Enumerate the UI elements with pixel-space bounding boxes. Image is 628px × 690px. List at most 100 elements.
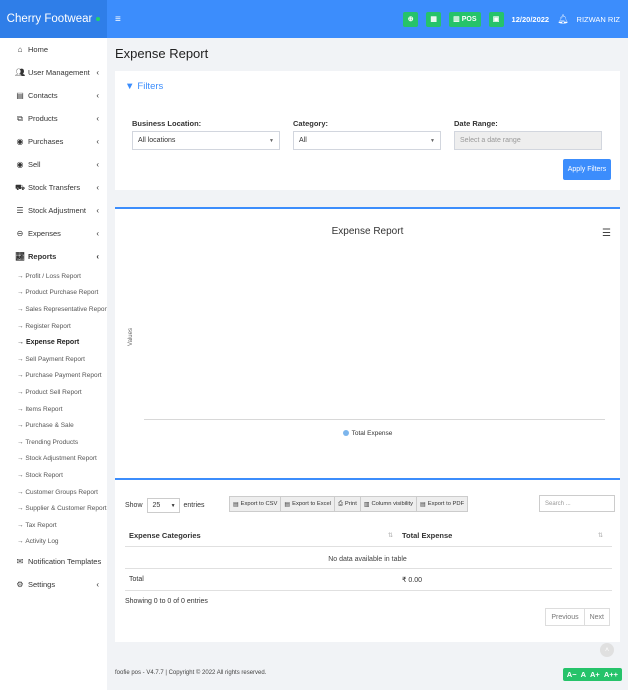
location-label: Business Location: (132, 119, 202, 128)
submenu-expense-report[interactable]: → Expense Report (0, 334, 107, 351)
sidebar-item-settings[interactable]: ⚙ Settings ‹ (0, 573, 107, 596)
bell-icon[interactable]: 🔔︎ (557, 14, 568, 25)
export-csv-button[interactable]: ▤ Export to CSV (229, 496, 282, 512)
sidebar-item-stock-adjustment[interactable]: ☰ Stock Adjustment ‹ (0, 199, 107, 222)
date-range-placeholder: Select a date range (460, 137, 521, 144)
submenu-purchase-sale[interactable]: → Purchase & Sale (0, 417, 107, 434)
filter-icon: ▼ (125, 81, 135, 92)
text-size-increase[interactable]: A+ (590, 670, 600, 679)
text-size-normal[interactable]: A (581, 670, 586, 679)
location-select[interactable]: All locations ▼ (132, 131, 280, 150)
pos-button[interactable]: ▥ POS (449, 11, 481, 27)
text-size-increase-more[interactable]: A++ (604, 670, 618, 679)
sidebar-item-contacts[interactable]: ▤ Contacts ‹ (0, 84, 107, 107)
sidebar-item-user-management[interactable]: 👥︎ User Management ‹ (0, 61, 107, 84)
submenu-sales-rep[interactable]: → Sales Representative Report (0, 301, 109, 318)
file-pdf-icon: ▤ (420, 501, 426, 508)
column-visibility-button[interactable]: ▥ Column visibility (359, 496, 418, 512)
sidebar-item-stock-transfers[interactable]: ⛟ Stock Transfers ‹ (0, 176, 107, 199)
chart-legend[interactable]: Total Expense (115, 430, 620, 437)
date-range-label: Date Range: (454, 119, 498, 128)
category-select[interactable]: All ▼ (293, 131, 441, 150)
caret-down-icon: ▼ (170, 502, 176, 509)
export-pdf-label: Export to PDF (427, 501, 465, 507)
chart-menu-icon[interactable]: ☰ (602, 228, 611, 239)
pagination: Previous Next (545, 608, 610, 626)
export-buttons: ▤ Export to CSV ▤ Export to Excel ⎙ Print ▥… (229, 496, 469, 512)
submenu-product-purchase[interactable]: → Product Purchase Report (0, 285, 107, 302)
print-label: Print (344, 501, 357, 507)
chevron-left-icon: ‹ (96, 580, 99, 590)
envelope-icon: ✉ (16, 557, 24, 567)
sidebar-item-label: Contacts (28, 91, 58, 100)
export-excel-button[interactable]: ▤ Export to Excel (280, 496, 336, 512)
show-label: Show (125, 502, 143, 509)
table-header-divider (125, 546, 612, 547)
text-size-decrease[interactable]: A− (567, 670, 577, 679)
page-length-select[interactable]: 25 ▼ (146, 498, 180, 513)
submenu-activity-log[interactable]: → Activity Log (0, 534, 107, 551)
submenu-sell-payment[interactable]: → Sell Payment Report (0, 351, 107, 368)
sidebar-item-label: Products (28, 114, 58, 123)
add-expense-button[interactable]: ⊕ (403, 11, 419, 27)
submenu-stock[interactable]: → Stock Report (0, 467, 107, 484)
table-footer-divider (125, 590, 612, 591)
sidebar-item-label: Sell (28, 160, 41, 169)
export-pdf-button[interactable]: ▤ Export to PDF (416, 496, 469, 512)
print-button[interactable]: ⎙ Print (334, 496, 361, 512)
brand-logo[interactable]: Cherry Footwear (0, 0, 107, 38)
filters-panel: ▼ Filters Business Location: All locatio… (115, 71, 620, 190)
column-header-total-expense[interactable]: Total Expense (402, 531, 452, 540)
submenu-register[interactable]: → Register Report (0, 318, 107, 335)
submenu-label: Expense Report (25, 339, 80, 347)
date-range-input[interactable]: Select a date range (454, 131, 602, 150)
main-content: Expense Report ▼ Filters Business Locati… (107, 38, 628, 690)
column-header-expense-categories[interactable]: Expense Categories (129, 531, 201, 540)
submenu-trending[interactable]: → Trending Products (0, 434, 107, 451)
sidebar-item-expenses[interactable]: ⊖ Expenses ‹ (0, 222, 107, 245)
chart-panel: Expense Report ☰ Values Total Expense (115, 207, 620, 490)
submenu-label: Product Purchase Report (25, 289, 99, 297)
submenu-label: Activity Log (25, 538, 59, 546)
database-icon: ☰ (16, 206, 24, 215)
submenu-stock-adjustment[interactable]: → Stock Adjustment Report (0, 451, 107, 468)
truck-icon: ⛟ (15, 182, 26, 192)
sidebar-item-reports[interactable]: 📈︎ Reports ‹ (0, 245, 107, 268)
caret-down-icon: ▼ (269, 137, 274, 144)
cash-register-button[interactable]: ▣ (488, 11, 504, 27)
submenu-label: Tax Report (25, 521, 57, 529)
export-excel-label: Export to Excel (292, 501, 332, 507)
arrow-circle-down-icon: ◉ (16, 137, 24, 146)
chevron-left-icon: ‹ (96, 91, 99, 100)
arrow-circle-up-icon: ◉ (16, 160, 24, 169)
submenu-label: Sales Representative Report (25, 305, 109, 313)
chevron-left-icon: ‹ (96, 206, 99, 215)
next-page-button[interactable]: Next (583, 608, 610, 626)
filters-toggle[interactable]: ▼ Filters (125, 81, 163, 92)
submenu-items[interactable]: → Items Report (0, 401, 107, 418)
scroll-to-top-button[interactable]: ˄ (600, 643, 614, 657)
submenu-label: Items Report (25, 405, 63, 413)
submenu-supplier-customer[interactable]: → Supplier & Customer Report (0, 500, 107, 517)
previous-page-button[interactable]: Previous (545, 608, 585, 626)
sidebar-item-sell[interactable]: ◉ Sell ‹ (0, 153, 107, 176)
search-input[interactable]: Search ... (539, 495, 615, 512)
hamburger-icon[interactable]: ≡ (115, 14, 121, 25)
sort-icon[interactable]: ⇅ (388, 532, 393, 539)
submenu-purchase-payment[interactable]: → Purchase Payment Report (0, 368, 107, 385)
chevron-down-icon: ‹ (96, 252, 99, 261)
sidebar-item-purchases[interactable]: ◉ Purchases ‹ (0, 130, 107, 153)
submenu-customer-groups[interactable]: → Customer Groups Report (0, 484, 107, 501)
sidebar-item-home[interactable]: ⌂ Home (0, 38, 107, 61)
submenu-label: Customer Groups Report (25, 488, 98, 496)
sidebar-item-products[interactable]: ⧉ Products ‹ (0, 107, 107, 130)
user-menu[interactable]: RIZWAN RIZ (577, 15, 620, 24)
submenu-profit-loss[interactable]: → Profit / Loss Report (0, 268, 107, 285)
chevron-left-icon: ‹ (96, 68, 99, 77)
submenu-product-sell[interactable]: → Product Sell Report (0, 384, 107, 401)
sort-icon[interactable]: ⇅ (598, 532, 603, 539)
submenu-tax[interactable]: → Tax Report (0, 517, 107, 534)
apply-filters-button[interactable]: Apply Filters (563, 159, 611, 180)
sidebar-item-notification-templates[interactable]: ✉ Notification Templates (0, 550, 107, 573)
calculator-button[interactable]: ▦ (426, 11, 442, 27)
